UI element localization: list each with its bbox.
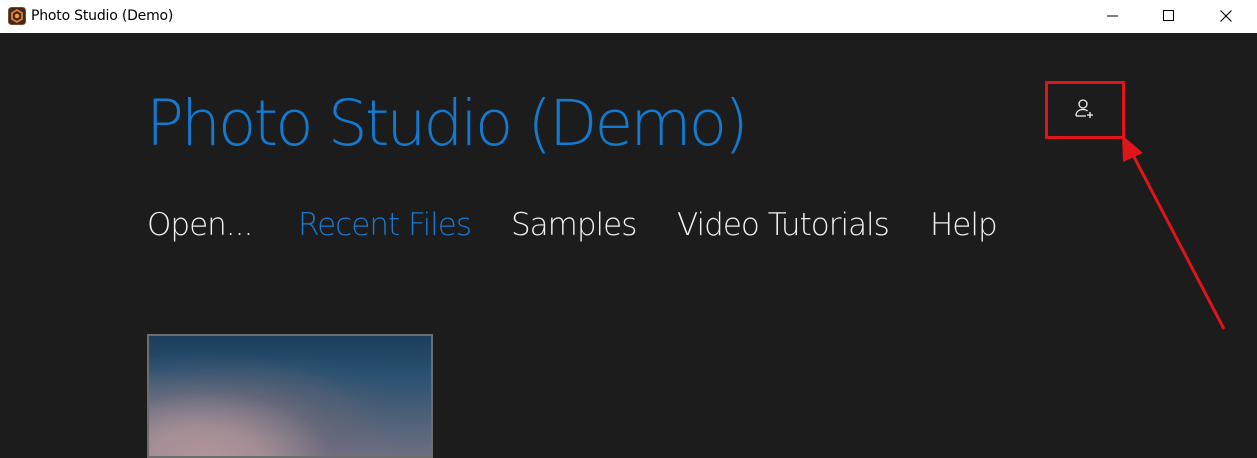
- close-button[interactable]: [1203, 0, 1249, 33]
- nav-open[interactable]: Open...: [147, 203, 253, 247]
- nav-samples[interactable]: Samples: [511, 203, 637, 247]
- app-logo-icon: [8, 7, 26, 25]
- user-add-icon: [1075, 99, 1093, 118]
- nav-video-tutorials[interactable]: Video Tutorials: [677, 203, 890, 247]
- start-screen: Photo Studio (Demo) Open... Recent Files…: [0, 33, 1257, 458]
- maximize-button[interactable]: [1146, 0, 1192, 33]
- window-titlebar: Photo Studio (Demo): [0, 0, 1257, 33]
- annotation-arrow: [1122, 135, 1226, 330]
- maximize-icon: [1163, 10, 1174, 21]
- window-title: Photo Studio (Demo): [31, 8, 174, 24]
- nav-recent-files[interactable]: Recent Files: [298, 203, 472, 247]
- close-icon: [1220, 10, 1232, 22]
- recent-file-thumbnail[interactable]: [147, 334, 433, 458]
- minimize-button[interactable]: [1090, 0, 1136, 33]
- nav-help[interactable]: Help: [930, 203, 998, 247]
- minimize-icon: [1107, 15, 1118, 17]
- user-add-button[interactable]: [1060, 91, 1110, 135]
- page-title: Photo Studio (Demo): [146, 87, 749, 160]
